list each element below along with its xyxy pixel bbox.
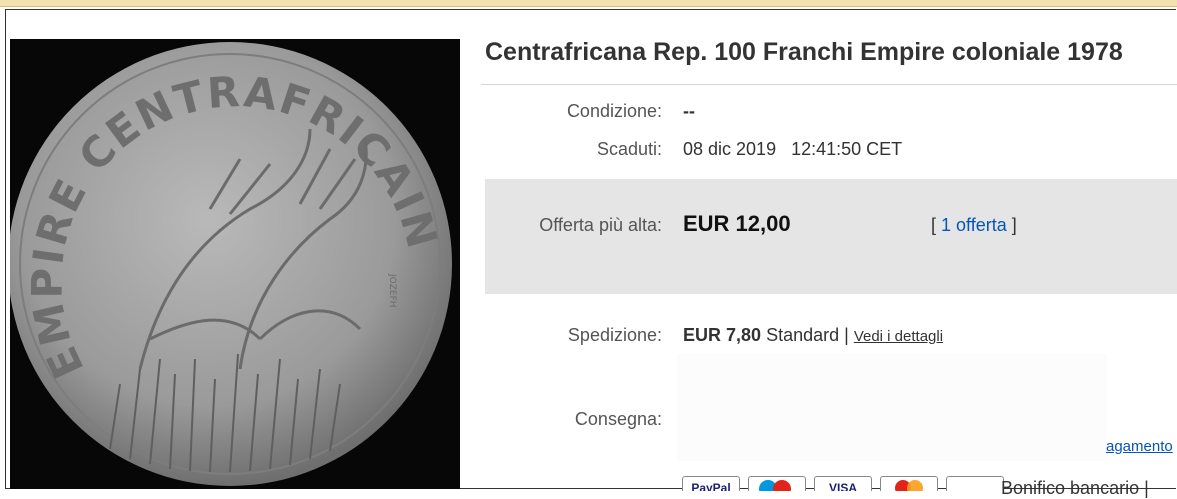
delivery-label: Consegna: [574,409,662,429]
payment-link[interactable]: agamento [1106,438,1177,455]
coin-image: EMPIRE CENTRAFRICAIN JOZEFH [10,39,460,489]
shipping-label: Spedizione: [567,325,662,345]
condition-value: -- [683,101,695,121]
condition-label: Condizione: [566,101,662,121]
maestro-icon [748,476,806,491]
ended-value: 08 dic 2019 12:41:50 CET [683,139,902,160]
visa-icon: VISA [814,476,872,491]
ended-date: 08 dic 2019 [683,139,777,159]
shipping-price: EUR 7,80 [683,325,762,345]
shipping-method: Standard | [766,325,849,345]
top-bar [0,0,1177,7]
bid-bracket-open: [ [931,215,937,235]
title-divider [481,84,1177,85]
bid-bracket-close: ] [1011,215,1017,235]
payment-methods-text: Bonifico bancario | [1001,478,1149,498]
paypal-icon: PayPal [682,476,740,491]
ended-time: 12:41:50 CET [791,139,903,159]
shipping-value: EUR 7,80 Standard | Vedi i dettagli [683,325,943,346]
item-photo[interactable]: EMPIRE CENTRAFRICAIN JOZEFH [10,39,460,489]
bank-transfer-icon [946,476,1004,491]
bid-panel [485,179,1177,294]
bid-price: EUR 12,00 [683,211,791,236]
bid-count: [ 1 offerta ] [931,215,1017,236]
item-title: Centrafricana Rep. 100 Franchi Empire co… [485,38,1123,66]
shipping-details-link[interactable]: Vedi i dettagli [854,328,943,345]
mastercard-icon [880,476,938,491]
delivery-info-area [677,354,1107,461]
ended-label: Scaduti: [596,139,662,159]
bid-label: Offerta più alta: [539,215,662,235]
coin-signature: JOZEFH [387,273,397,308]
bid-count-link[interactable]: 1 offerta [941,215,1007,235]
payment-icons: PayPal VISA [682,476,1004,491]
